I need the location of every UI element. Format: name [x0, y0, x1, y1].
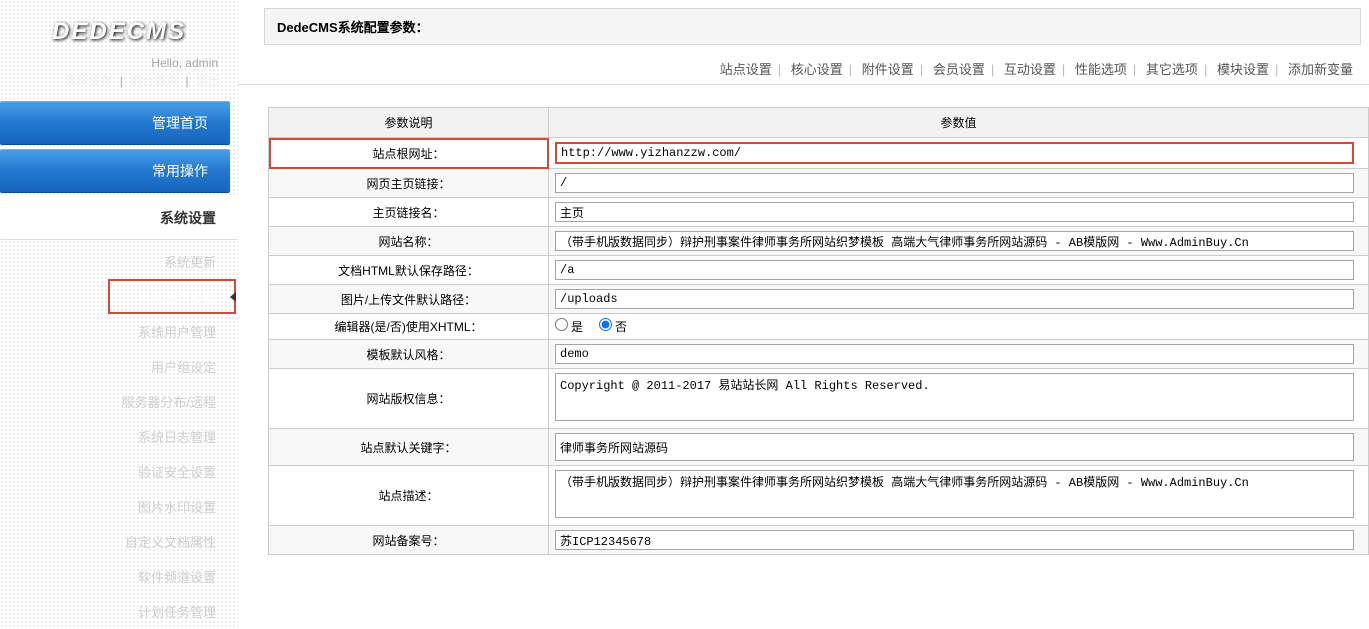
param-value-cell: 是 否 — [549, 314, 1369, 340]
param-input[interactable] — [555, 202, 1354, 222]
param-input[interactable] — [555, 344, 1354, 364]
param-input[interactable] — [555, 433, 1354, 461]
tab-site[interactable]: 站点设置 — [720, 62, 772, 77]
tab-perf[interactable]: 性能选项 — [1075, 62, 1127, 77]
sidebar-item-cron[interactable]: 计划任务管理 — [0, 594, 238, 629]
front-page-link[interactable]: 前台首页 — [130, 74, 178, 88]
greeting: Hello, admin — [0, 52, 238, 72]
param-textarea[interactable] — [555, 470, 1354, 518]
tab-other[interactable]: 其它选项 — [1146, 62, 1198, 77]
param-label: 网站备案号： — [269, 526, 549, 555]
param-value-cell — [549, 169, 1369, 198]
params-table: 参数说明 参数值 站点根网址：网页主页链接：主页链接名：网站名称：文档HTML默… — [268, 107, 1369, 555]
param-value-cell — [549, 138, 1369, 169]
param-textarea[interactable] — [555, 373, 1354, 421]
tab-member[interactable]: 会员设置 — [933, 62, 985, 77]
param-value-cell — [549, 285, 1369, 314]
sidebar-item-syslog[interactable]: 系统日志管理 — [0, 419, 238, 454]
param-label: 图片/上传文件默认路径： — [269, 285, 549, 314]
nav-admin-home[interactable]: 管理首页 — [0, 101, 230, 145]
tab-interact[interactable]: 互动设置 — [1004, 62, 1056, 77]
tab-core[interactable]: 核心设置 — [791, 62, 843, 77]
param-label: 模板默认风格： — [269, 340, 549, 369]
param-input[interactable] — [555, 260, 1354, 280]
param-input[interactable] — [555, 142, 1354, 164]
param-label: 主页链接名： — [269, 198, 549, 227]
table-row: 网站备案号： — [269, 526, 1369, 555]
param-label: 文档HTML默认保存路径： — [269, 256, 549, 285]
param-input[interactable] — [555, 289, 1354, 309]
sidebar-item-software-channel[interactable]: 软件频道设置 — [0, 559, 238, 594]
table-row: 网站版权信息： — [269, 369, 1369, 429]
param-label: 网站名称： — [269, 227, 549, 256]
radio-no[interactable] — [599, 318, 612, 331]
sidebar-item-user-mgmt[interactable]: 系统用户管理 — [0, 314, 238, 349]
param-label: 网页主页链接： — [269, 169, 549, 198]
subtabs: 站点设置| 核心设置| 附件设置| 会员设置| 互动设置| 性能选项| 其它选项… — [238, 51, 1369, 85]
radio-no-label[interactable]: 否 — [599, 320, 627, 334]
table-row: 模板默认风格： — [269, 340, 1369, 369]
table-row: 图片/上传文件默认路径： — [269, 285, 1369, 314]
param-value-cell — [549, 369, 1369, 429]
logout-link[interactable]: 退出 — [196, 74, 220, 88]
sidebar: DEDECMS Hello, admin 清理缓存 | 前台首页 | 退出 管理… — [0, 0, 238, 629]
nav-common-ops[interactable]: 常用操作 — [0, 149, 230, 193]
col-value: 参数值 — [549, 108, 1369, 138]
table-row: 网站名称： — [269, 227, 1369, 256]
logo: DEDECMS — [0, 8, 238, 52]
table-row: 站点描述： — [269, 466, 1369, 526]
param-value-cell — [549, 429, 1369, 466]
radio-yes-label[interactable]: 是 — [555, 320, 583, 334]
col-desc: 参数说明 — [269, 108, 549, 138]
param-label: 编辑器(是/否)使用XHTML： — [269, 314, 549, 340]
page-title: DedeCMS系统配置参数： — [264, 8, 1361, 45]
table-row: 主页链接名： — [269, 198, 1369, 227]
param-label: 站点描述： — [269, 466, 549, 526]
param-label: 站点根网址： — [269, 138, 549, 169]
table-row: 文档HTML默认保存路径： — [269, 256, 1369, 285]
top-links: 清理缓存 | 前台首页 | 退出 — [0, 72, 238, 99]
param-value-cell — [549, 256, 1369, 285]
table-row: 站点根网址： — [269, 138, 1369, 169]
param-value-cell — [549, 526, 1369, 555]
param-value-cell — [549, 466, 1369, 526]
param-value-cell — [549, 227, 1369, 256]
sidebar-item-basic-params[interactable]: 系统基本参数 — [108, 279, 236, 314]
tab-module[interactable]: 模块设置 — [1217, 62, 1269, 77]
param-label: 站点默认关键字： — [269, 429, 549, 466]
table-row: 站点默认关键字： — [269, 429, 1369, 466]
sidebar-item-security[interactable]: 验证安全设置 — [0, 454, 238, 489]
param-input[interactable] — [555, 173, 1354, 193]
tab-attach[interactable]: 附件设置 — [862, 62, 914, 77]
param-label: 网站版权信息： — [269, 369, 549, 429]
nav-section-system-settings[interactable]: 系统设置 — [0, 197, 238, 240]
radio-yes[interactable] — [555, 318, 568, 331]
tab-addvar[interactable]: 添加新变量 — [1288, 62, 1353, 77]
table-row: 网页主页链接： — [269, 169, 1369, 198]
param-value-cell — [549, 340, 1369, 369]
table-row: 编辑器(是/否)使用XHTML： 是 否 — [269, 314, 1369, 340]
sidebar-item-group-settings[interactable]: 用户组设定 — [0, 349, 238, 384]
param-input[interactable] — [555, 530, 1354, 550]
sidebar-item-system-update[interactable]: 系统更新 — [0, 244, 238, 279]
sidebar-item-server-remote[interactable]: 服务器分布/远程 — [0, 384, 238, 419]
clear-cache-link[interactable]: 清理缓存 — [64, 74, 112, 88]
sidebar-item-custom-attr[interactable]: 自定义文档属性 — [0, 524, 238, 559]
sidebar-item-watermark[interactable]: 图片水印设置 — [0, 489, 238, 524]
param-input[interactable] — [555, 231, 1354, 251]
main-content: DedeCMS系统配置参数： 站点设置| 核心设置| 附件设置| 会员设置| 互… — [238, 0, 1369, 629]
param-value-cell — [549, 198, 1369, 227]
